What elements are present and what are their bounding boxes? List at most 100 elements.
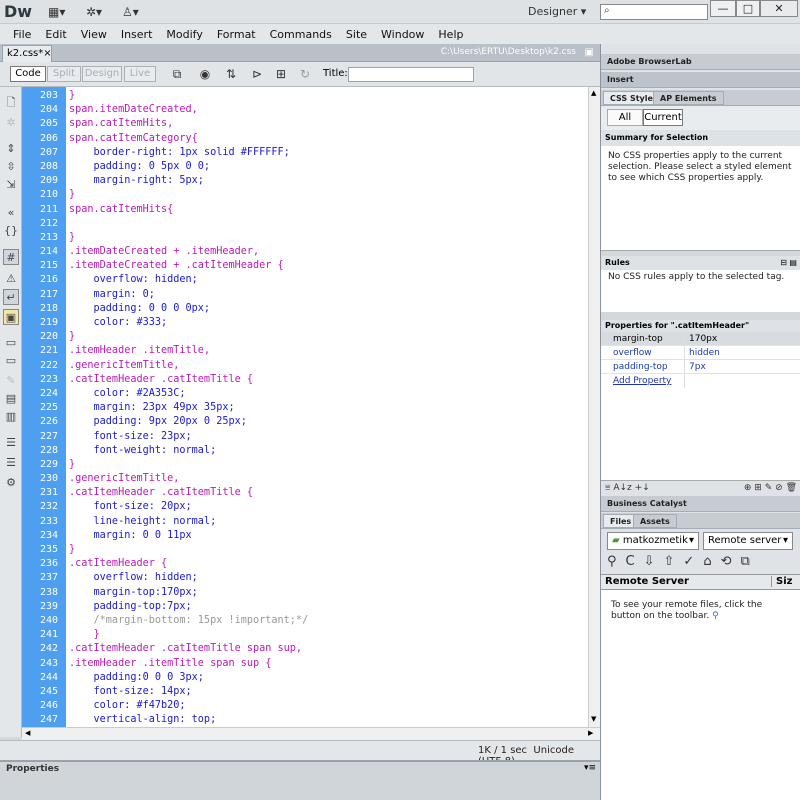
close-icon[interactable]: × [43, 48, 51, 60]
expand-all-icon[interactable]: ⇲ [3, 177, 19, 193]
code-line[interactable]: } [66, 188, 588, 202]
disable-icon[interactable]: ⊘ [775, 483, 783, 493]
remove-comment-icon[interactable]: ▭ [3, 353, 19, 369]
code-line[interactable]: font-size: 23px; [66, 430, 588, 444]
horizontal-scrollbar[interactable]: ◀ ▶ [22, 727, 600, 740]
code-line[interactable]: } [66, 330, 588, 344]
code-line[interactable]: overflow: hidden; [66, 273, 588, 287]
vertical-scrollbar[interactable]: ▲ ▼ [588, 87, 600, 727]
code-line[interactable]: font-weight: normal; [66, 444, 588, 458]
visual-aids-icon[interactable]: ⊞ [272, 67, 290, 82]
menu-edit[interactable]: Edit [38, 28, 73, 41]
properties-panel-title[interactable]: Properties [6, 764, 59, 774]
multiscreen-icon[interactable]: ⧉ [168, 67, 186, 82]
code-line[interactable]: } [66, 543, 588, 557]
code-line[interactable]: color: #333; [66, 316, 588, 330]
scroll-right-icon[interactable]: ▶ [588, 729, 593, 737]
refresh-icon[interactable]: ↻ [296, 67, 314, 82]
code-line[interactable]: /*margin-bottom: 15px !important;*/ [66, 614, 588, 628]
property-row[interactable]: margin-top 170px [601, 332, 800, 346]
code-line[interactable]: } [66, 628, 588, 642]
code-line[interactable]: margin-top:170px; [66, 586, 588, 600]
code-line[interactable]: .itemHeader .itemTitle span sup { [66, 657, 588, 671]
show-code-navigator-icon[interactable]: ✲ [3, 115, 19, 131]
debug-icon[interactable]: ⊳ [248, 67, 266, 82]
live-view-button[interactable]: Live [124, 66, 156, 82]
code-line[interactable]: vertical-align: top; [66, 713, 588, 727]
outdent-code-icon[interactable]: ☰ [3, 455, 19, 471]
code-line[interactable]: .itemDateCreated + .catItemHeader { [66, 259, 588, 273]
scroll-up-icon[interactable]: ▲ [591, 89, 596, 97]
preview-browser-icon[interactable]: ◉ [196, 67, 214, 82]
maximize-button[interactable]: □ [736, 0, 760, 17]
scroll-left-icon[interactable]: ◀ [25, 729, 30, 737]
code-line[interactable]: .catItemHeader { [66, 557, 588, 571]
code-line[interactable]: .itemDateCreated + .itemHeader, [66, 245, 588, 259]
design-view-button[interactable]: Design [82, 66, 122, 82]
close-button[interactable]: ✕ [760, 0, 798, 17]
code-line[interactable]: .itemHeader .itemTitle, [66, 344, 588, 358]
menu-insert[interactable]: Insert [114, 28, 160, 41]
code-line[interactable]: padding: 9px 20px 0 25px; [66, 415, 588, 429]
menu-window[interactable]: Window [374, 28, 431, 41]
refresh-icon[interactable]: C [626, 554, 635, 572]
menu-file[interactable]: File [6, 28, 38, 41]
add-property-link[interactable]: Add Property [601, 374, 685, 388]
code-line[interactable]: } [66, 231, 588, 245]
code-line[interactable]: span.catItemHits{ [66, 203, 588, 217]
rules-view-icon[interactable]: ⊟ ▤ [780, 258, 797, 267]
code-line[interactable]: } [66, 458, 588, 472]
collapse-selection-icon[interactable]: ⇳ [3, 159, 19, 175]
new-rule-icon[interactable]: ⊞ [754, 483, 762, 493]
code-line[interactable] [66, 217, 588, 231]
code-line[interactable]: margin: 0 0 11px [66, 529, 588, 543]
search-input[interactable]: ⌕ [600, 4, 708, 20]
menu-view[interactable]: View [74, 28, 114, 41]
scroll-down-icon[interactable]: ▼ [591, 715, 596, 723]
code-line[interactable]: .catItemHeader .catItemTitle { [66, 486, 588, 500]
code-line[interactable]: padding:0 0 0 3px; [66, 671, 588, 685]
menu-commands[interactable]: Commands [263, 28, 339, 41]
code-line[interactable]: margin: 0; [66, 288, 588, 302]
menu-help[interactable]: Help [431, 28, 470, 41]
wrap-tag-icon[interactable]: ✎ [3, 373, 19, 389]
indent-code-icon[interactable]: ☰ [3, 435, 19, 451]
open-documents-icon[interactable]: 🗋 [3, 95, 19, 111]
show-set-icon[interactable]: +↓ [635, 483, 650, 493]
connect-icon[interactable]: ⚲ [607, 554, 617, 572]
panel-menu-icon[interactable]: ▾≡ [584, 763, 596, 773]
attach-style-icon[interactable]: ⊕ [744, 483, 752, 493]
code-view-button[interactable]: Code [10, 66, 46, 82]
code-line[interactable]: color: #f47b20; [66, 699, 588, 713]
code-line[interactable]: padding: 0 0 0 0px; [66, 302, 588, 316]
collapse-tag-icon[interactable]: ⇕ [3, 141, 19, 157]
code-line[interactable]: padding-top:7px; [66, 600, 588, 614]
property-row[interactable]: padding-top 7px [601, 360, 800, 374]
split-view-button[interactable]: Split [47, 66, 81, 82]
show-list-icon[interactable]: A↓z [613, 483, 631, 493]
syntax-coloring-icon[interactable]: ▣ [3, 309, 19, 325]
check-in-icon[interactable]: ⌂ [703, 554, 711, 572]
tab-assets[interactable]: Assets [633, 514, 677, 528]
balance-braces-icon[interactable]: {} [3, 223, 19, 239]
code-line[interactable]: .genericItemTitle, [66, 472, 588, 486]
line-numbers-icon[interactable]: # [3, 249, 19, 265]
restore-icon[interactable]: ▣ [585, 47, 594, 58]
file-management-icon[interactable]: ⇅ [222, 67, 240, 82]
document-tab[interactable]: k2.css* × [2, 45, 52, 62]
code-line[interactable]: .genericItemTitle, [66, 359, 588, 373]
word-wrap-icon[interactable]: ↵ [3, 289, 19, 305]
code-line[interactable]: } [66, 89, 588, 103]
code-line[interactable]: font-size: 14px; [66, 685, 588, 699]
tab-ap-elements[interactable]: AP Elements [653, 91, 724, 105]
code-line[interactable]: span.catItemCategory{ [66, 132, 588, 146]
recent-snippets-icon[interactable]: ▤ [3, 391, 19, 407]
code-line[interactable]: .catItemHeader .catItemTitle span sup, [66, 642, 588, 656]
expand-icon[interactable]: ⧉ [741, 554, 750, 572]
site-select[interactable]: ▰ matkozmetik ▾ [607, 532, 699, 550]
code-line[interactable]: font-size: 20px; [66, 500, 588, 514]
trash-icon[interactable]: 🗑 [786, 483, 797, 493]
code-editor[interactable]: } span.itemDateCreated, span.catItemHits, s… [66, 87, 588, 727]
select-parent-tag-icon[interactable]: « [3, 205, 19, 221]
code-line[interactable]: margin: 23px 49px 35px; [66, 401, 588, 415]
